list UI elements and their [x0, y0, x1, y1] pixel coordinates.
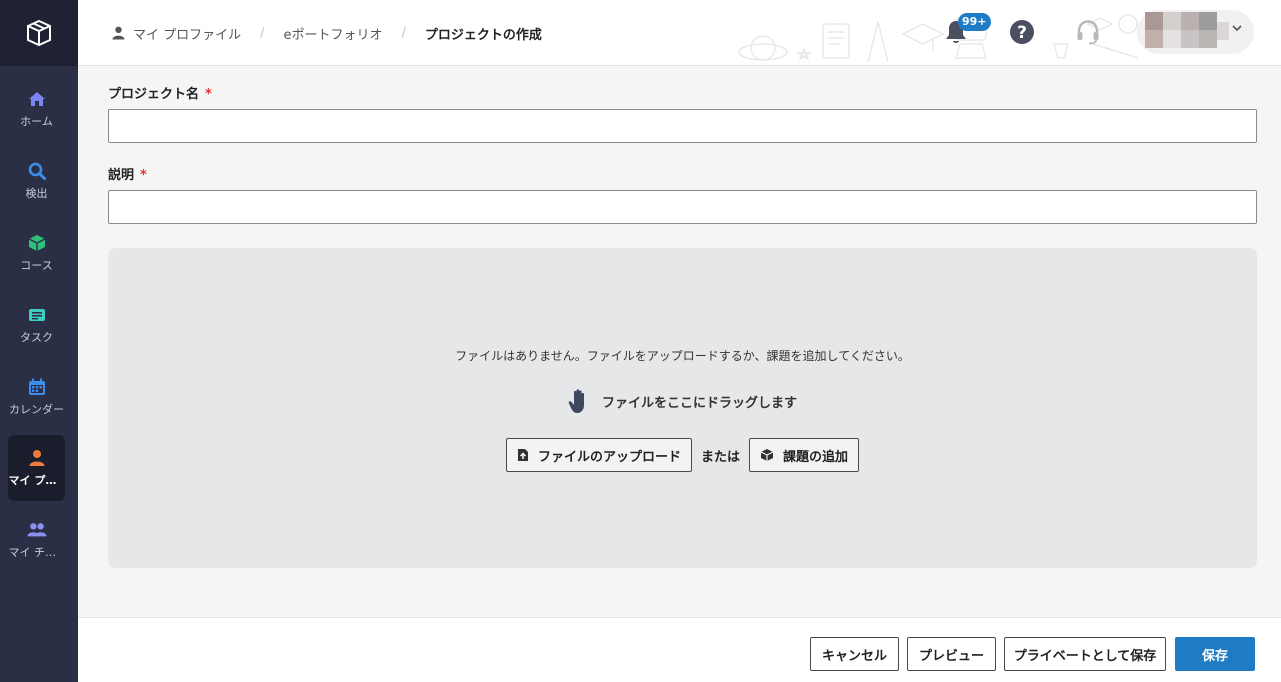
chevron-down-icon [1232, 25, 1242, 32]
add-assignment-label: 課題の追加 [783, 449, 849, 465]
sidebar-item-calendar[interactable]: カレンダー [8, 364, 65, 430]
cube-icon [27, 233, 47, 253]
sidebar-item-search[interactable]: 検出 [8, 148, 65, 214]
breadcrumb-create-project: プロジェクトの作成 [425, 24, 542, 43]
help-icon: ? [1010, 20, 1034, 44]
upload-file-label: ファイルのアップロード [537, 449, 681, 465]
sidebar-item-label: コース [20, 259, 53, 272]
preview-button[interactable]: プレビュー [907, 637, 996, 671]
breadcrumb-separator: / [260, 25, 265, 41]
home-icon [27, 89, 47, 109]
sidebar-item-my-profile[interactable]: マイ プロ… [8, 435, 65, 501]
description-label: 説明 * [108, 164, 147, 183]
label-text: プロジェクト名 [108, 87, 200, 102]
user-menu[interactable] [1137, 10, 1254, 54]
sidebar-item-label: タスク [20, 331, 53, 344]
required-mark: * [140, 168, 147, 183]
save-private-button[interactable]: プライベートとして保存 [1004, 637, 1166, 671]
label-text: 説明 [108, 168, 135, 183]
file-dropzone[interactable]: ファイルはありません。ファイルをアップロードするか、課題を追加してください。 フ… [108, 248, 1257, 568]
user-icon [27, 448, 47, 468]
task-icon [27, 305, 47, 325]
upload-file-button[interactable]: ファイルのアップロード [505, 438, 692, 472]
hand-icon [568, 389, 584, 413]
avatar [1145, 12, 1229, 48]
empty-files-message: ファイルはありません。ファイルをアップロードするか、課題を追加してください。 [455, 349, 910, 363]
breadcrumb-my-profile[interactable]: マイ プロファイル [112, 24, 241, 43]
cube-icon [760, 448, 774, 462]
team-icon [26, 520, 47, 540]
search-icon [27, 161, 47, 181]
drag-hint: ファイルをここにドラッグします [108, 388, 1257, 414]
breadcrumb: マイ プロファイル / eポートフォリオ / プロジェクトの作成 [112, 0, 542, 66]
sidebar-item-tasks[interactable]: タスク [8, 292, 65, 358]
required-mark: * [205, 87, 212, 102]
sidebar-item-label: マイ プロ… [8, 474, 65, 487]
sidebar-item-label: マイ チーム [8, 546, 65, 559]
or-text: または [700, 449, 740, 465]
headset-icon [1077, 20, 1099, 45]
notification-badge: 99+ [958, 13, 991, 31]
user-icon [112, 26, 125, 40]
help-button[interactable]: ? [1008, 18, 1036, 46]
svg-text:?: ? [1017, 23, 1027, 43]
project-name-label: プロジェクト名 * [108, 83, 212, 102]
save-button[interactable]: 保存 [1175, 637, 1255, 671]
project-name-input[interactable] [108, 109, 1257, 143]
breadcrumb-label: プロジェクトの作成 [424, 27, 542, 43]
sidebar: ホーム 検出 コース タスク カレンダー マイ プロ… マイ チーム [0, 0, 78, 682]
sidebar-item-courses[interactable]: コース [8, 220, 65, 286]
box-logo-icon [27, 19, 51, 47]
top-bar: マイ プロファイル / eポートフォリオ / プロジェクトの作成 99+ ? [78, 0, 1281, 66]
cancel-button[interactable]: キャンセル [810, 637, 899, 671]
calendar-icon [27, 377, 47, 397]
footer-action-bar: キャンセル プレビュー プライベートとして保存 保存 [78, 617, 1281, 682]
sidebar-item-label: カレンダー [9, 403, 64, 416]
breadcrumb-separator: / [401, 25, 406, 41]
sidebar-item-home[interactable]: ホーム [8, 76, 65, 142]
sidebar-item-label: 検出 [25, 187, 48, 200]
app-logo[interactable] [0, 0, 78, 66]
breadcrumb-eportfolio[interactable]: eポートフォリオ [284, 24, 383, 43]
breadcrumb-label: マイ プロファイル [133, 27, 242, 43]
file-upload-icon [517, 448, 529, 462]
sidebar-item-label: ホーム [20, 115, 53, 128]
support-button[interactable] [1074, 18, 1102, 46]
description-input[interactable] [108, 190, 1257, 224]
add-assignment-button[interactable]: 課題の追加 [749, 438, 860, 472]
breadcrumb-label: eポートフォリオ [283, 27, 383, 43]
drag-text: ファイルをここにドラッグします [601, 395, 797, 411]
dropzone-actions: ファイルのアップロード または 課題の追加 [108, 438, 1257, 472]
sidebar-item-my-team[interactable]: マイ チーム [8, 507, 65, 573]
